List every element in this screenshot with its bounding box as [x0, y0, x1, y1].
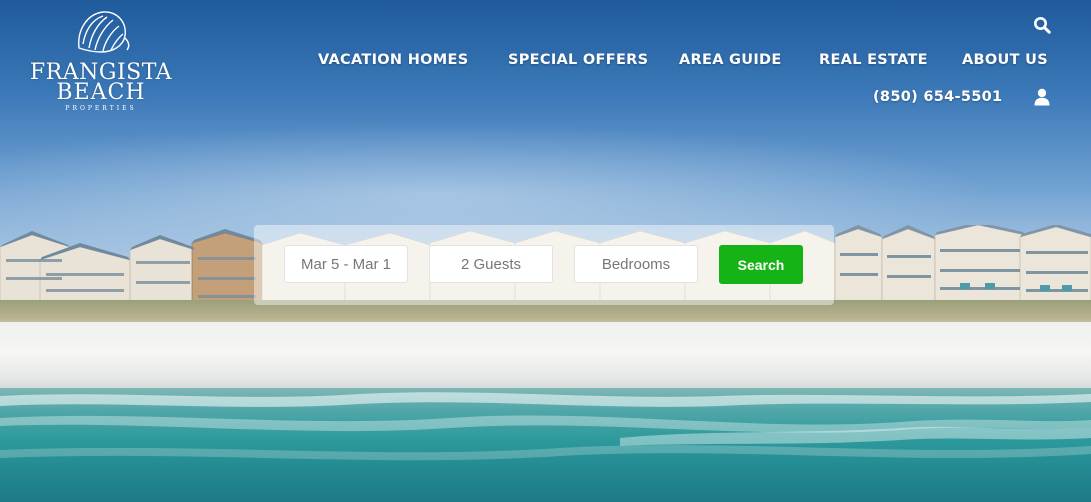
nav-area-guide[interactable]: AREA GUIDE	[679, 52, 782, 68]
nav-real-estate[interactable]: REAL ESTATE	[819, 52, 928, 68]
nav-special-offers[interactable]: SPECIAL OFFERS	[508, 52, 648, 68]
user-icon[interactable]	[1034, 88, 1050, 106]
search-icon[interactable]	[1033, 16, 1051, 34]
bedrooms-select[interactable]: Bedrooms	[574, 245, 698, 283]
brand-logo[interactable]: FRANGISTA BEACH PROPERTIES	[28, 8, 178, 112]
sand-beach	[0, 322, 1091, 394]
phone-number[interactable]: (850) 654-5501	[873, 89, 1002, 105]
nav-about-us[interactable]: ABOUT US	[962, 52, 1048, 68]
nav-vacation-homes[interactable]: VACATION HOMES	[318, 52, 468, 68]
date-range-field[interactable]: Mar 5 - Mar 1	[284, 245, 408, 283]
search-button[interactable]: Search	[719, 245, 803, 284]
seashell-icon	[78, 11, 130, 53]
search-panel: Mar 5 - Mar 1 2 Guests Bedrooms Search	[254, 225, 834, 305]
ocean-surf	[0, 392, 1091, 461]
brand-name-line3: PROPERTIES	[65, 105, 137, 112]
brand-name-line2: BEACH	[56, 80, 146, 105]
guests-select[interactable]: 2 Guests	[429, 245, 553, 283]
